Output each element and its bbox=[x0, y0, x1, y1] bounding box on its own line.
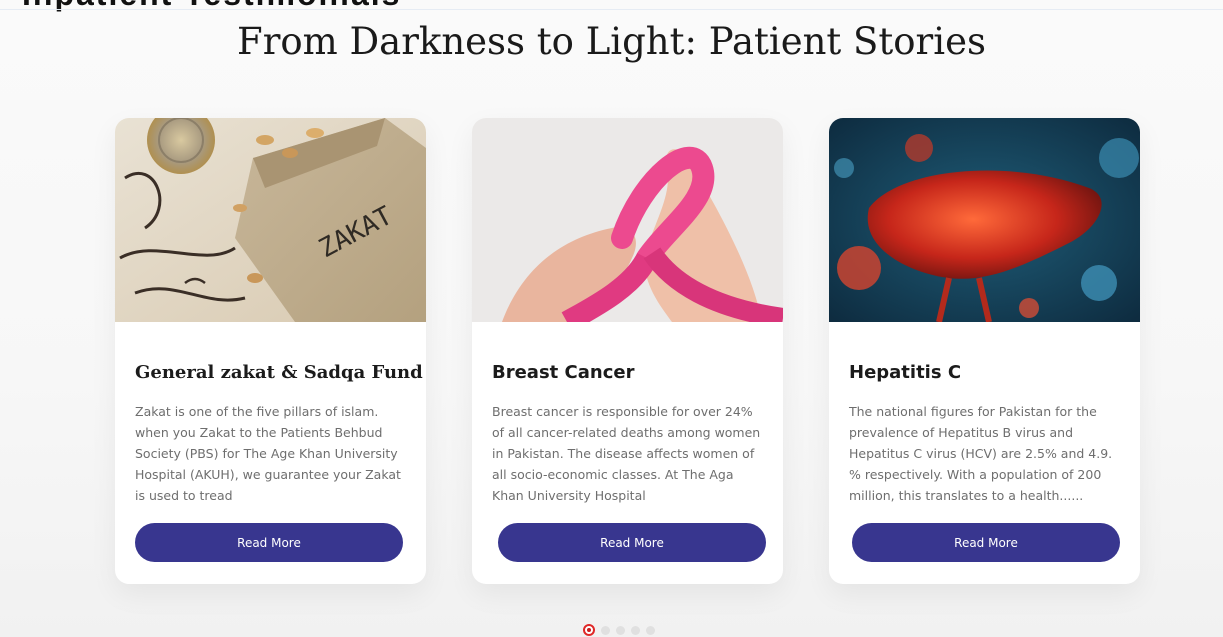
story-card-breast-cancer: Breast Cancer Breast cancer is responsib… bbox=[472, 118, 783, 584]
card-title: Breast Cancer bbox=[492, 362, 635, 383]
carousel-dot-1[interactable] bbox=[583, 624, 595, 636]
zakat-envelope-image: ZAKAT bbox=[115, 118, 426, 322]
divider bbox=[0, 9, 1223, 10]
read-more-button[interactable]: Read More bbox=[852, 523, 1120, 562]
liver-virus-image bbox=[829, 118, 1140, 322]
carousel-dot-4[interactable] bbox=[631, 625, 640, 635]
card-description: Breast cancer is responsible for over 24… bbox=[492, 404, 761, 503]
read-more-button[interactable]: Read More bbox=[135, 523, 403, 562]
partial-section-heading: Inpatient Testimonials bbox=[22, 0, 401, 13]
card-title: Hepatitis C bbox=[849, 362, 962, 383]
card-description: Zakat is one of the five pillars of isla… bbox=[135, 404, 401, 503]
page-title: From Darkness to Light: Patient Stories bbox=[237, 20, 986, 63]
card-title: General zakat & Sadqa Fund bbox=[135, 362, 423, 383]
story-card-hepatitis-c: Hepatitis C The national figures for Pak… bbox=[829, 118, 1140, 584]
carousel-dot-3[interactable] bbox=[616, 625, 625, 635]
carousel-dot-5[interactable] bbox=[646, 625, 655, 635]
pink-ribbon-image bbox=[472, 118, 783, 322]
read-more-button[interactable]: Read More bbox=[498, 523, 766, 562]
story-card-zakat: ZAKAT General zakat & Sadqa Fund Zakat i… bbox=[115, 118, 426, 584]
carousel-pagination bbox=[583, 624, 655, 636]
carousel-dot-2[interactable] bbox=[601, 625, 610, 635]
card-description: The national figures for Pakistan for th… bbox=[849, 404, 1113, 503]
